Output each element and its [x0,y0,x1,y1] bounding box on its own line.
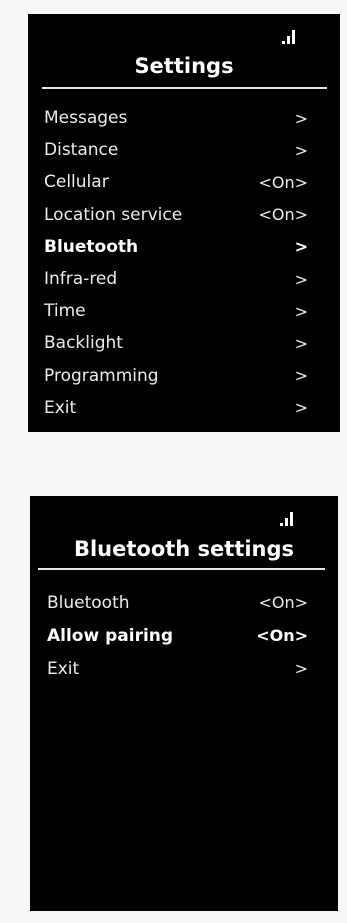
menu-item-time[interactable]: Time > [44,295,308,327]
bluetooth-menu: Bluetooth <On> Allow pairing <On> Exit > [47,586,308,685]
menu-item-label: Distance [44,140,119,161]
menu-item-label: Bluetooth [44,236,139,257]
signal-strength-icon [282,28,300,44]
menu-item-programming[interactable]: Programming > [44,360,308,392]
menu-item-bluetooth[interactable]: Bluetooth > [44,231,308,263]
menu-item-value: <On> [258,593,308,612]
title-divider [42,87,327,89]
menu-item-label: Exit [44,397,77,418]
menu-item-value: > [294,366,308,386]
menu-item-infra-red[interactable]: Infra-red > [44,263,308,295]
menu-item-value: > [294,301,308,321]
settings-screen: Settings Messages > Distance > Cellular … [28,14,340,432]
menu-item-exit[interactable]: Exit > [47,652,308,685]
menu-item-label: Bluetooth [47,592,130,613]
signal-strength-icon [280,510,298,526]
title-divider [38,568,325,570]
settings-menu: Messages > Distance > Cellular <On> Loca… [44,102,308,424]
menu-item-value: > [294,269,308,289]
menu-item-label: Exit [47,658,80,679]
menu-item-location-service[interactable]: Location service <On> [44,199,308,231]
menu-item-label: Infra-red [44,269,118,290]
menu-item-label: Backlight [44,333,123,354]
menu-item-label: Messages [44,108,128,129]
menu-item-distance[interactable]: Distance > [44,134,308,166]
menu-item-value: > [294,398,308,418]
menu-item-value: > [294,659,308,678]
menu-item-label: Location service [44,204,183,225]
menu-item-value: > [294,333,308,353]
menu-item-value: <On> [258,205,308,225]
menu-item-label: Cellular [44,172,109,193]
menu-item-value: <On> [258,172,308,192]
menu-item-label: Programming [44,365,159,386]
menu-item-messages[interactable]: Messages > [44,102,308,134]
menu-item-value: > [294,108,308,128]
menu-item-bluetooth[interactable]: Bluetooth <On> [47,586,308,619]
screen-title: Bluetooth settings [73,537,295,561]
menu-item-value: <On> [256,626,308,645]
menu-item-label: Allow pairing [47,625,174,646]
menu-item-label: Time [44,301,86,322]
menu-item-value: > [294,237,308,257]
screen-title: Settings [134,54,234,78]
menu-item-allow-pairing[interactable]: Allow pairing <On> [47,619,308,652]
menu-item-exit[interactable]: Exit > [44,392,308,424]
menu-item-value: > [294,140,308,160]
bluetooth-settings-screen: Bluetooth settings Bluetooth <On> Allow … [30,496,338,911]
menu-item-cellular[interactable]: Cellular <On> [44,166,308,198]
menu-item-backlight[interactable]: Backlight > [44,327,308,359]
